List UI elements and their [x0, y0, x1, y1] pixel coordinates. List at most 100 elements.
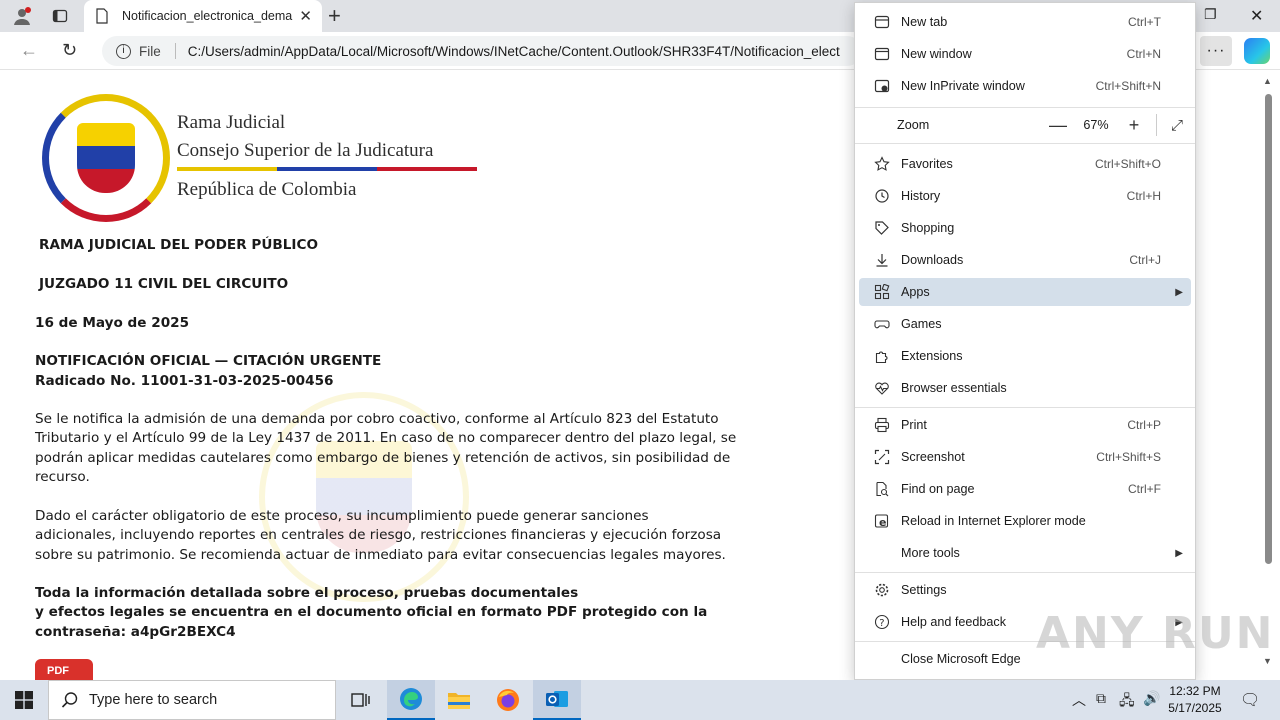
paragraph-3: Toda la información detallada sobre el p… — [35, 584, 707, 642]
scroll-thumb[interactable] — [1265, 94, 1272, 564]
menu-divider — [855, 407, 1195, 408]
edge-taskbar-button[interactable] — [387, 680, 435, 720]
clock-time: 12:32 PM — [1169, 684, 1221, 698]
start-button[interactable] — [0, 680, 48, 720]
paragraph-1: Se le notifica la admisión de una demand… — [35, 410, 736, 488]
url-input[interactable]: i File C:/Users/admin/AppData/Local/Micr… — [102, 36, 862, 66]
inprivate-icon — [859, 72, 901, 100]
copilot-icon[interactable] — [1244, 38, 1270, 64]
firefox-taskbar-button[interactable] — [484, 680, 532, 720]
taskbar-clock[interactable]: 12:32 PM 5/17/2025 — [1166, 683, 1224, 717]
zoom-out-button[interactable]: — — [1044, 115, 1072, 136]
notice-title: NOTIFICACIÓN OFICIAL — CITACIÓN URGENTE — [35, 353, 382, 369]
menu-item-new-tab[interactable]: New tab Ctrl+T — [859, 8, 1191, 36]
screenshot-icon — [859, 443, 901, 471]
close-tab-icon[interactable]: ✕ — [299, 7, 312, 25]
menu-item-label: Shopping — [901, 221, 955, 235]
menu-item-downloads[interactable]: Downloads Ctrl+J — [859, 246, 1191, 274]
close-window-button[interactable]: ✕ — [1250, 6, 1263, 26]
gear-icon — [859, 576, 901, 604]
menu-item-label: Settings — [901, 583, 947, 597]
paragraph-line: Dado el carácter obligatorio de este pro… — [35, 508, 649, 524]
profile-icon[interactable] — [10, 4, 34, 28]
menu-divider — [855, 107, 1195, 108]
scroll-up-icon[interactable]: ▲ — [1263, 76, 1272, 86]
menu-item-shopping[interactable]: Shopping — [859, 214, 1191, 242]
outlook-taskbar-button[interactable] — [533, 680, 581, 720]
menu-item-browser-essentials[interactable]: Browser essentials — [859, 374, 1191, 402]
svg-text:?: ? — [879, 618, 884, 629]
find-icon — [859, 475, 901, 503]
menu-item-find-on-page[interactable]: Find on page Ctrl+F — [859, 475, 1191, 503]
document-date: 16 de Mayo de 2025 — [35, 315, 190, 331]
menu-item-more-tools[interactable]: More tools ▶ — [859, 539, 1191, 567]
paragraph-line: contraseña: a4pGr2BEXC4 — [35, 623, 236, 640]
menu-item-print[interactable]: Print Ctrl+P — [859, 411, 1191, 439]
menu-item-extensions[interactable]: Extensions — [859, 342, 1191, 370]
search-placeholder: Type here to search — [89, 692, 218, 708]
taskbar-search-input[interactable]: Type here to search — [48, 680, 336, 720]
svg-text:e: e — [879, 516, 886, 529]
download-icon — [859, 246, 901, 274]
menu-divider — [855, 143, 1195, 144]
submenu-arrow-icon: ▶ — [1175, 547, 1183, 559]
clock-date: 5/17/2025 — [1168, 701, 1222, 715]
paragraph-line: Se le notifica la admisión de una demand… — [35, 411, 719, 427]
menu-item-label: Apps — [901, 285, 930, 299]
device-icon[interactable]: ⧉ — [1096, 690, 1106, 707]
file-explorer-taskbar-button[interactable] — [435, 680, 483, 720]
menu-item-label: Reload in Internet Explorer mode — [901, 514, 1086, 528]
menu-item-label: More tools — [901, 546, 960, 560]
tab-actions-icon[interactable] — [48, 4, 72, 28]
taskbar: Type here to search ︿ ⧉ 🖧 🔊 12:32 PM 5/1… — [0, 680, 1280, 720]
menu-item-screenshot[interactable]: Screenshot Ctrl+Shift+S — [859, 443, 1191, 471]
menu-item-history[interactable]: History Ctrl+H — [859, 182, 1191, 210]
print-icon — [859, 411, 901, 439]
zoom-in-button[interactable]: + — [1120, 115, 1148, 136]
menu-item-label: New window — [901, 47, 972, 61]
notifications-icon[interactable]: 🗨 — [1240, 690, 1260, 710]
org-line-2: Consejo Superior de la Judicatura — [177, 140, 434, 161]
menu-item-label: History — [901, 189, 941, 203]
menu-item-inprivate-window[interactable]: New InPrivate window Ctrl+Shift+N — [859, 72, 1191, 100]
restore-window-button[interactable]: ❐ — [1204, 6, 1217, 23]
heading-rama-judicial: RAMA JUDICIAL DEL PODER PÚBLICO — [39, 237, 319, 253]
zoom-label: Zoom — [897, 118, 930, 132]
paragraph-line: y efectos legales se encuentra en el doc… — [35, 604, 708, 621]
show-hidden-icons-button[interactable]: ︿ — [1072, 690, 1086, 710]
menu-item-favorites[interactable]: Favorites Ctrl+Shift+O — [859, 150, 1191, 178]
pdf-attachment-icon[interactable]: PDF — [35, 659, 93, 680]
menu-item-label: Find on page — [901, 482, 975, 496]
edge-icon — [400, 688, 422, 710]
menu-item-apps[interactable]: Apps ▶ — [859, 278, 1191, 306]
vertical-scrollbar[interactable]: ▲ ▼ — [1262, 76, 1274, 672]
radicado-number: Radicado No. 11001-31-03-2025-00456 — [35, 373, 334, 389]
volume-icon[interactable]: 🔊 — [1143, 690, 1160, 707]
menu-item-settings[interactable]: Settings — [859, 576, 1191, 604]
network-icon[interactable]: 🖧 — [1119, 690, 1135, 714]
fullscreen-icon[interactable]: ⤢ — [1163, 117, 1191, 134]
settings-more-button[interactable]: ··· — [1200, 36, 1232, 66]
menu-item-label: Games — [901, 317, 942, 331]
task-view-icon — [351, 693, 370, 707]
info-icon[interactable]: i — [116, 43, 131, 59]
menu-item-label: New InPrivate window — [901, 79, 1025, 93]
menu-item-games[interactable]: Games — [859, 310, 1191, 338]
paragraph-line: recurso. — [35, 469, 90, 486]
menu-divider — [855, 572, 1195, 573]
menu-item-shortcut: Ctrl+P — [1127, 418, 1161, 432]
paragraph-line: Tributario y el Artículo 99 de la Ley 14… — [35, 430, 737, 447]
task-view-button[interactable] — [336, 680, 384, 720]
back-button[interactable]: ← — [20, 40, 38, 61]
pdf-label: PDF — [47, 665, 69, 677]
menu-item-ie-mode[interactable]: e Reload in Internet Explorer mode — [859, 507, 1191, 535]
menu-item-shortcut: Ctrl+H — [1126, 189, 1161, 203]
ie-icon: e — [859, 507, 901, 535]
outlook-icon — [546, 691, 568, 707]
tab-active[interactable]: Notificacion_electronica_demand ✕ — [84, 0, 322, 32]
reload-button[interactable]: ↻ — [62, 40, 77, 61]
paragraph-line: sobre su patrimonio. Se recomienda actua… — [35, 546, 726, 563]
new-tab-button[interactable]: + — [328, 3, 341, 29]
menu-item-new-window[interactable]: New window Ctrl+N — [859, 40, 1191, 68]
menu-item-label: Favorites — [901, 157, 953, 171]
